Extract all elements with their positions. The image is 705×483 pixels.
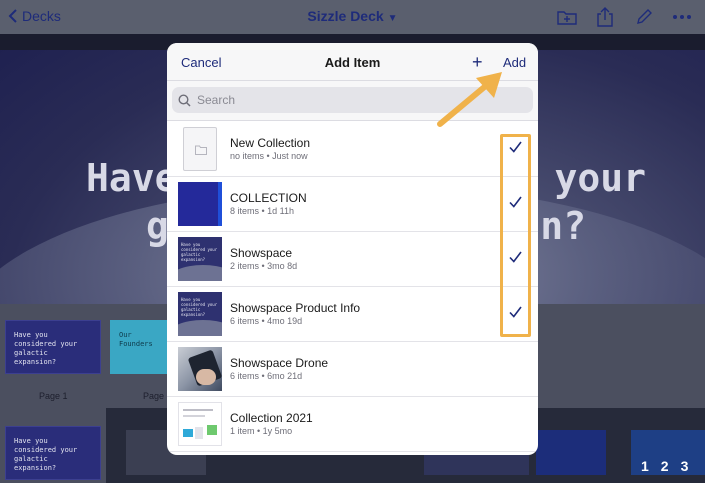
thumbnail-text: Have you considered your galactic expans… (14, 437, 78, 472)
deck-thumbnail: Have you considered your galactic expans… (178, 292, 222, 336)
page-thumbnail[interactable]: Have you considered your galactic expans… (5, 320, 101, 374)
folder-thumbnail (183, 127, 217, 171)
color-block (207, 425, 217, 435)
moon-surface-image (178, 320, 222, 336)
top-bar: Decks Sizzle Deck ▼ (0, 0, 705, 34)
annotation-arrow-icon (437, 72, 502, 127)
annotation-highlight-box (500, 134, 531, 337)
page-thumbnail[interactable]: Have you considered your galactic expans… (5, 426, 101, 480)
list-item[interactable]: Collection 2021 1 item • 1y 5mo (167, 397, 538, 452)
item-meta: 6 items • 4mo 19d (230, 316, 303, 326)
page-thumbnail[interactable]: Our Founders (110, 320, 170, 374)
list-item[interactable]: New Collection no items • Just now (167, 122, 538, 177)
list-item[interactable]: Have you considered your galactic expans… (167, 232, 538, 287)
item-name: COLLECTION (230, 191, 307, 205)
item-meta: 8 items • 1d 11h (230, 206, 295, 216)
deck-thumbnail: Have you considered your galactic expans… (178, 237, 222, 281)
deck-title-text: Sizzle Deck (307, 8, 384, 24)
document-thumbnail (178, 402, 222, 446)
thumbnail-text: Have you considered your galactic expans… (181, 242, 218, 262)
color-block (195, 427, 203, 439)
item-list: New Collection no items • Just now COLLE… (167, 122, 538, 452)
item-name: Showspace Drone (230, 356, 329, 370)
item-name: Showspace Product Info (230, 301, 361, 315)
item-name: Collection 2021 (230, 411, 313, 425)
item-meta: no items • Just now (230, 151, 308, 161)
text-line (183, 415, 205, 417)
page-thumbnail[interactable]: 123 (631, 430, 705, 475)
list-item[interactable]: COLLECTION 8 items • 1d 11h (167, 177, 538, 232)
photo-thumbnail (178, 347, 222, 391)
headline-left-1: Have (86, 156, 178, 200)
moon-surface-image (178, 265, 222, 281)
color-block (183, 429, 193, 437)
thumbnail-text: Have you considered your galactic expans… (181, 297, 218, 317)
item-name: Showspace (230, 246, 293, 260)
headline-left-2: g (146, 204, 169, 248)
item-meta: 6 items • 6mo 21d (230, 371, 303, 381)
edit-pencil-icon[interactable] (633, 6, 655, 28)
text-line (183, 409, 213, 411)
folder-icon (195, 145, 207, 155)
chevron-down-icon: ▼ (387, 13, 398, 24)
item-meta: 2 items • 3mo 8d (230, 261, 298, 271)
headline-right-2: n? (540, 204, 586, 248)
list-item[interactable]: Have you considered your galactic expans… (167, 287, 538, 342)
search-icon (178, 93, 191, 107)
new-folder-icon[interactable] (556, 6, 578, 28)
thumbnail-text: Our Founders (119, 331, 153, 348)
page-label: Page 1 (39, 391, 68, 401)
collection-thumbnail (178, 182, 222, 226)
thumbnail-text: Have you considered your galactic expans… (14, 331, 78, 366)
item-name: New Collection (230, 136, 311, 150)
share-icon[interactable] (594, 6, 616, 28)
more-icon[interactable] (671, 6, 693, 28)
headline-right-1: your (554, 156, 646, 200)
page-thumbnail[interactable] (536, 430, 606, 475)
item-meta: 1 item • 1y 5mo (230, 426, 293, 436)
hand-image (196, 369, 216, 385)
list-item[interactable]: Showspace Drone 6 items • 6mo 21d (167, 342, 538, 397)
page-label: Page (143, 391, 165, 401)
